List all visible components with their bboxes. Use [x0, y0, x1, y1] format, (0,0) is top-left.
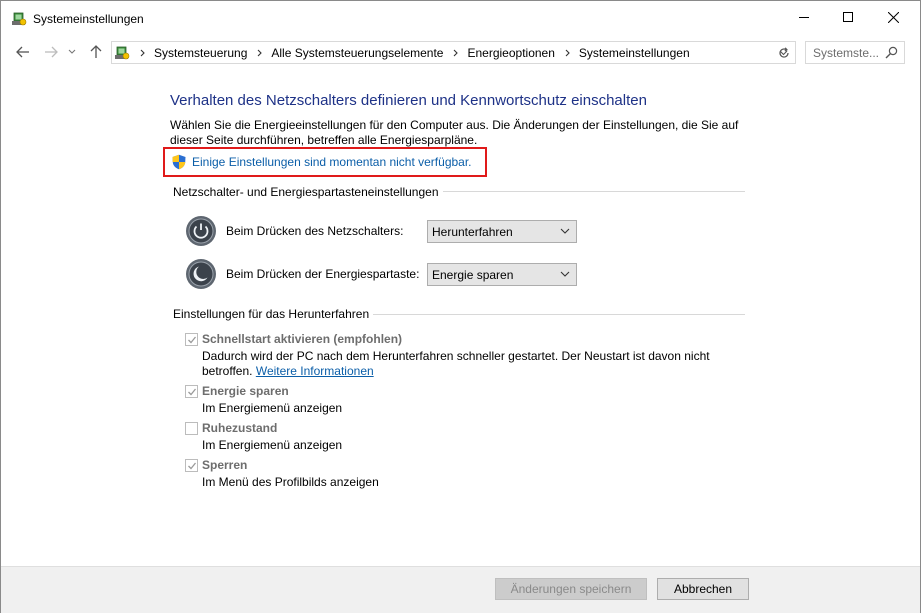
close-icon — [887, 11, 899, 23]
checkmark-icon — [188, 388, 197, 395]
navigation-bar: Systemsteuerung Alle Systemsteuerungsele… — [1, 37, 920, 67]
sleep-button-label: Beim Drücken der Energiespartaste: — [226, 267, 420, 281]
title-bar: Systemeinstellungen — [1, 1, 920, 37]
sleep-button-icon — [186, 259, 216, 289]
sleep-option: Energie sparen Im Energiemenü anzeigen — [185, 383, 745, 416]
cancel-button[interactable]: Abbrechen — [657, 578, 749, 600]
arrow-right-icon — [45, 46, 58, 58]
refresh-icon — [778, 46, 789, 58]
maximize-icon — [843, 12, 853, 22]
chevron-right-icon[interactable] — [253, 49, 267, 57]
control-panel-window: Systemeinstellungen Systemsteuerung Alle… — [0, 0, 921, 613]
search-icon[interactable] — [885, 46, 898, 59]
unavailable-settings-link[interactable]: Einige Einstellungen sind momentan nicht… — [192, 155, 472, 169]
arrow-up-icon — [90, 45, 102, 58]
lock-checkbox[interactable] — [185, 458, 198, 472]
maximize-button[interactable] — [825, 1, 871, 33]
chevron-down-icon — [560, 228, 570, 234]
chevron-right-icon[interactable] — [449, 49, 463, 57]
more-info-link[interactable]: Weitere Informationen — [256, 364, 374, 378]
power-button-action-value: Herunterfahren — [432, 224, 513, 239]
address-bar[interactable]: Systemsteuerung Alle Systemsteuerungsele… — [111, 41, 796, 64]
power-options-location-icon — [115, 46, 130, 59]
breadcrumb-system-settings[interactable]: Systemeinstellungen — [575, 46, 696, 60]
fast-startup-option: Schnellstart aktivieren (empfohlen) Dadu… — [185, 331, 745, 379]
minimize-button[interactable] — [781, 1, 827, 33]
checkmark-icon — [188, 336, 197, 343]
fast-startup-label: Schnellstart aktivieren (empfohlen) — [202, 332, 403, 346]
fast-startup-checkbox[interactable] — [185, 332, 198, 346]
chevron-right-icon[interactable] — [136, 49, 150, 57]
hibernate-checkbox[interactable] — [185, 421, 198, 435]
breadcrumb-control-panel[interactable]: Systemsteuerung — [150, 46, 253, 60]
power-button-label: Beim Drücken des Netzschalters: — [226, 224, 404, 238]
page-title: Verhalten des Netzschalters definieren u… — [170, 92, 647, 109]
power-options-app-icon — [12, 12, 27, 26]
lock-option: Sperren Im Menü des Profilbilds anzeigen — [185, 457, 745, 490]
shutdown-section-title: Einstellungen für das Herunterfahren — [173, 307, 374, 321]
hibernate-option: Ruhezustand Im Energiemenü anzeigen — [185, 420, 745, 453]
sleep-label: Energie sparen — [202, 384, 289, 398]
sleep-checkbox[interactable] — [185, 384, 198, 398]
sleep-button-action-select[interactable]: Energie sparen — [427, 263, 577, 286]
sleep-button-action-value: Energie sparen — [432, 267, 514, 282]
search-input[interactable] — [813, 45, 887, 60]
sleep-description: Im Energiemenü anzeigen — [202, 401, 343, 415]
hibernate-label: Ruhezustand — [202, 421, 278, 435]
power-buttons-section-title: Netzschalter- und Energiespartasteneinst… — [173, 185, 443, 199]
uac-shield-icon — [172, 154, 186, 170]
close-button[interactable] — [870, 1, 916, 33]
page-description: Wählen Sie die Energieeinstellungen für … — [170, 118, 739, 147]
minimize-icon — [799, 17, 809, 18]
fast-startup-description: Dadurch wird der PC nach dem Herunterfah… — [202, 349, 745, 379]
chevron-right-icon[interactable] — [561, 49, 575, 57]
recent-locations-button[interactable] — [65, 43, 79, 61]
lock-description: Im Menü des Profilbilds anzeigen — [202, 475, 379, 489]
breadcrumb-power-options[interactable]: Energieoptionen — [463, 46, 560, 60]
dialog-footer: Änderungen speichern Abbrechen — [1, 566, 920, 613]
power-button-icon — [186, 216, 216, 246]
breadcrumb-all-items[interactable]: Alle Systemsteuerungselemente — [267, 46, 449, 60]
chevron-down-icon — [560, 271, 570, 277]
forward-button[interactable] — [41, 43, 61, 61]
chevron-down-icon — [68, 49, 76, 54]
hibernate-description: Im Energiemenü anzeigen — [202, 438, 343, 452]
checkmark-icon — [188, 462, 197, 469]
lock-label: Sperren — [202, 458, 248, 472]
refresh-button[interactable] — [772, 41, 796, 64]
back-button[interactable] — [13, 43, 33, 61]
window-title: Systemeinstellungen — [33, 12, 144, 26]
save-changes-button[interactable]: Änderungen speichern — [495, 578, 647, 600]
up-button[interactable] — [86, 43, 106, 61]
search-box[interactable] — [805, 41, 905, 64]
power-button-action-select[interactable]: Herunterfahren — [427, 220, 577, 243]
arrow-left-icon — [16, 46, 29, 58]
unavailable-settings-highlight: Einige Einstellungen sind momentan nicht… — [163, 147, 487, 177]
